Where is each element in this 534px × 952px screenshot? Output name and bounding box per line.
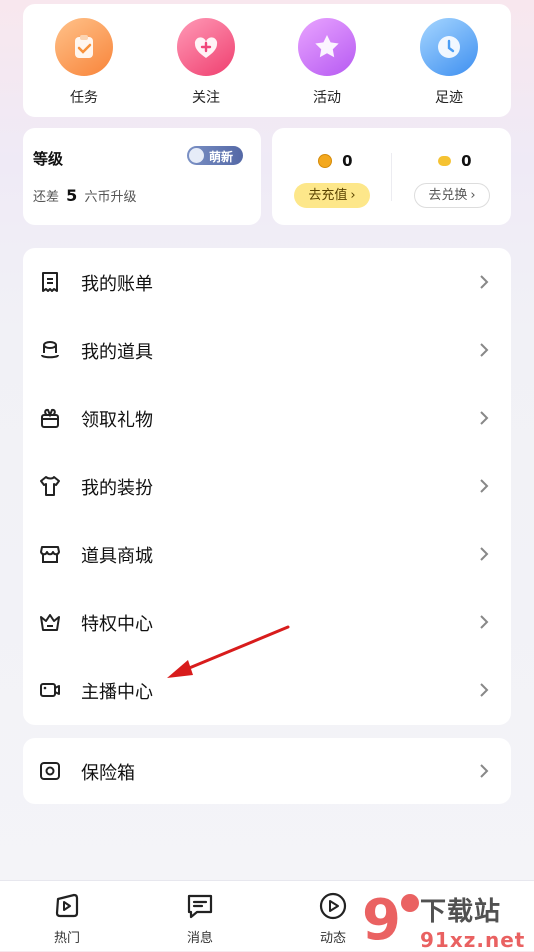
chevron-right-icon [480, 615, 489, 629]
gift-icon [41, 408, 59, 428]
clock-icon [420, 18, 478, 76]
points-balance: 0 [438, 150, 472, 170]
nav-tab-messages[interactable]: 消息 [165, 891, 235, 946]
nav-tab-moments[interactable]: 动态 [298, 891, 368, 946]
wallet-card: 0 去充值 › 0 去兑换 › [272, 128, 511, 225]
quick-action-label: 关注 [192, 90, 220, 106]
message-icon [187, 894, 213, 919]
play-hot-icon [55, 893, 79, 918]
watermark-text: 下载站 91xz.net [420, 897, 526, 952]
menu-item-label: 道具商城 [81, 546, 153, 567]
recharge-button-label: 去充值 [308, 188, 348, 203]
quick-actions-card: 任务 关注 活动 足迹 [23, 4, 511, 117]
safe-card[interactable]: 保险箱 [23, 738, 511, 804]
play-circle-icon [319, 892, 347, 920]
chevron-right-icon [480, 275, 489, 289]
chevron-right-icon [480, 547, 489, 561]
divider [391, 153, 392, 201]
menu-item-label: 我的道具 [81, 342, 153, 363]
chevron-right-icon [480, 343, 489, 357]
quick-action-label: 活动 [313, 90, 341, 106]
quick-action-label: 任务 [70, 90, 98, 106]
points-icon [438, 155, 451, 166]
exchange-button-label: 去兑换 [428, 188, 468, 203]
chevron-right-icon [480, 683, 489, 697]
exchange-button[interactable]: 去兑换 › [414, 183, 490, 208]
chevron-right-icon: › [350, 188, 356, 203]
level-suffix: 六币升级 [84, 190, 137, 205]
coin-value: 0 [342, 151, 353, 170]
crown-icon [40, 614, 60, 631]
badge-icon [189, 148, 204, 163]
menu-item-anchor-center[interactable]: 主播中心 [23, 656, 511, 724]
chevron-right-icon: › [470, 188, 476, 203]
level-badge: 萌新 [187, 146, 243, 165]
heart-plus-icon [177, 18, 235, 76]
tshirt-icon [40, 476, 60, 496]
level-amount: 5 [66, 186, 78, 205]
menu-item-label: 领取礼物 [81, 410, 153, 431]
quick-action-follow[interactable]: 关注 [156, 18, 256, 107]
coin-balance: 0 [318, 150, 353, 170]
menu-card: 我的账单 我的道具 领取礼物 我的装扮 道具商城 特权中心 主播中心 [23, 248, 511, 725]
safe-icon [40, 762, 60, 780]
menu-item-gift[interactable]: 领取礼物 [23, 384, 511, 452]
chevron-right-icon [480, 479, 489, 493]
safe-label: 保险箱 [81, 763, 135, 784]
level-badge-text: 萌新 [209, 150, 234, 164]
nav-tab-hot[interactable]: 热门 [32, 891, 102, 946]
menu-item-outfit[interactable]: 我的装扮 [23, 452, 511, 520]
store-icon [40, 546, 60, 563]
svg-text:9: 9 [362, 889, 401, 947]
menu-item-label: 特权中心 [81, 614, 153, 635]
menu-item-privilege[interactable]: 特权中心 [23, 588, 511, 656]
menu-item-label: 主播中心 [81, 682, 153, 703]
nav-tab-label: 热门 [53, 931, 80, 946]
watermark: 9 下载站 91xz.net [362, 887, 532, 952]
task-clipboard-icon [55, 18, 113, 76]
hat-icon [41, 341, 59, 359]
quick-action-label: 足迹 [435, 90, 463, 106]
star-icon [298, 18, 356, 76]
level-card[interactable]: 等级 萌新 还差 5 六币升级 [23, 128, 261, 225]
watermark-logo-icon: 9 [362, 889, 419, 947]
level-prefix: 还差 [33, 190, 60, 205]
menu-item-store[interactable]: 道具商城 [23, 520, 511, 588]
coin-icon [318, 153, 332, 168]
menu-item-label: 我的账单 [81, 274, 153, 295]
quick-action-activity[interactable]: 活动 [277, 18, 377, 107]
bill-icon [42, 272, 58, 292]
points-value: 0 [461, 151, 472, 170]
menu-item-bill[interactable]: 我的账单 [23, 248, 511, 316]
chevron-right-icon [480, 764, 489, 778]
menu-item-label: 我的装扮 [81, 478, 153, 499]
nav-tab-label: 消息 [186, 931, 213, 946]
level-title: 等级 [33, 150, 64, 168]
video-camera-icon [40, 683, 60, 697]
quick-action-task[interactable]: 任务 [34, 18, 134, 107]
bottom-nav: 热门 消息 动态 9 下载站 91xz.net [0, 880, 534, 952]
quick-action-footprint[interactable]: 足迹 [399, 18, 499, 107]
menu-item-props[interactable]: 我的道具 [23, 316, 511, 384]
nav-tab-label: 动态 [319, 931, 346, 946]
chevron-right-icon [480, 411, 489, 425]
recharge-button[interactable]: 去充值 › [294, 183, 370, 208]
level-progress-text: 还差 5 六币升级 [33, 186, 136, 205]
